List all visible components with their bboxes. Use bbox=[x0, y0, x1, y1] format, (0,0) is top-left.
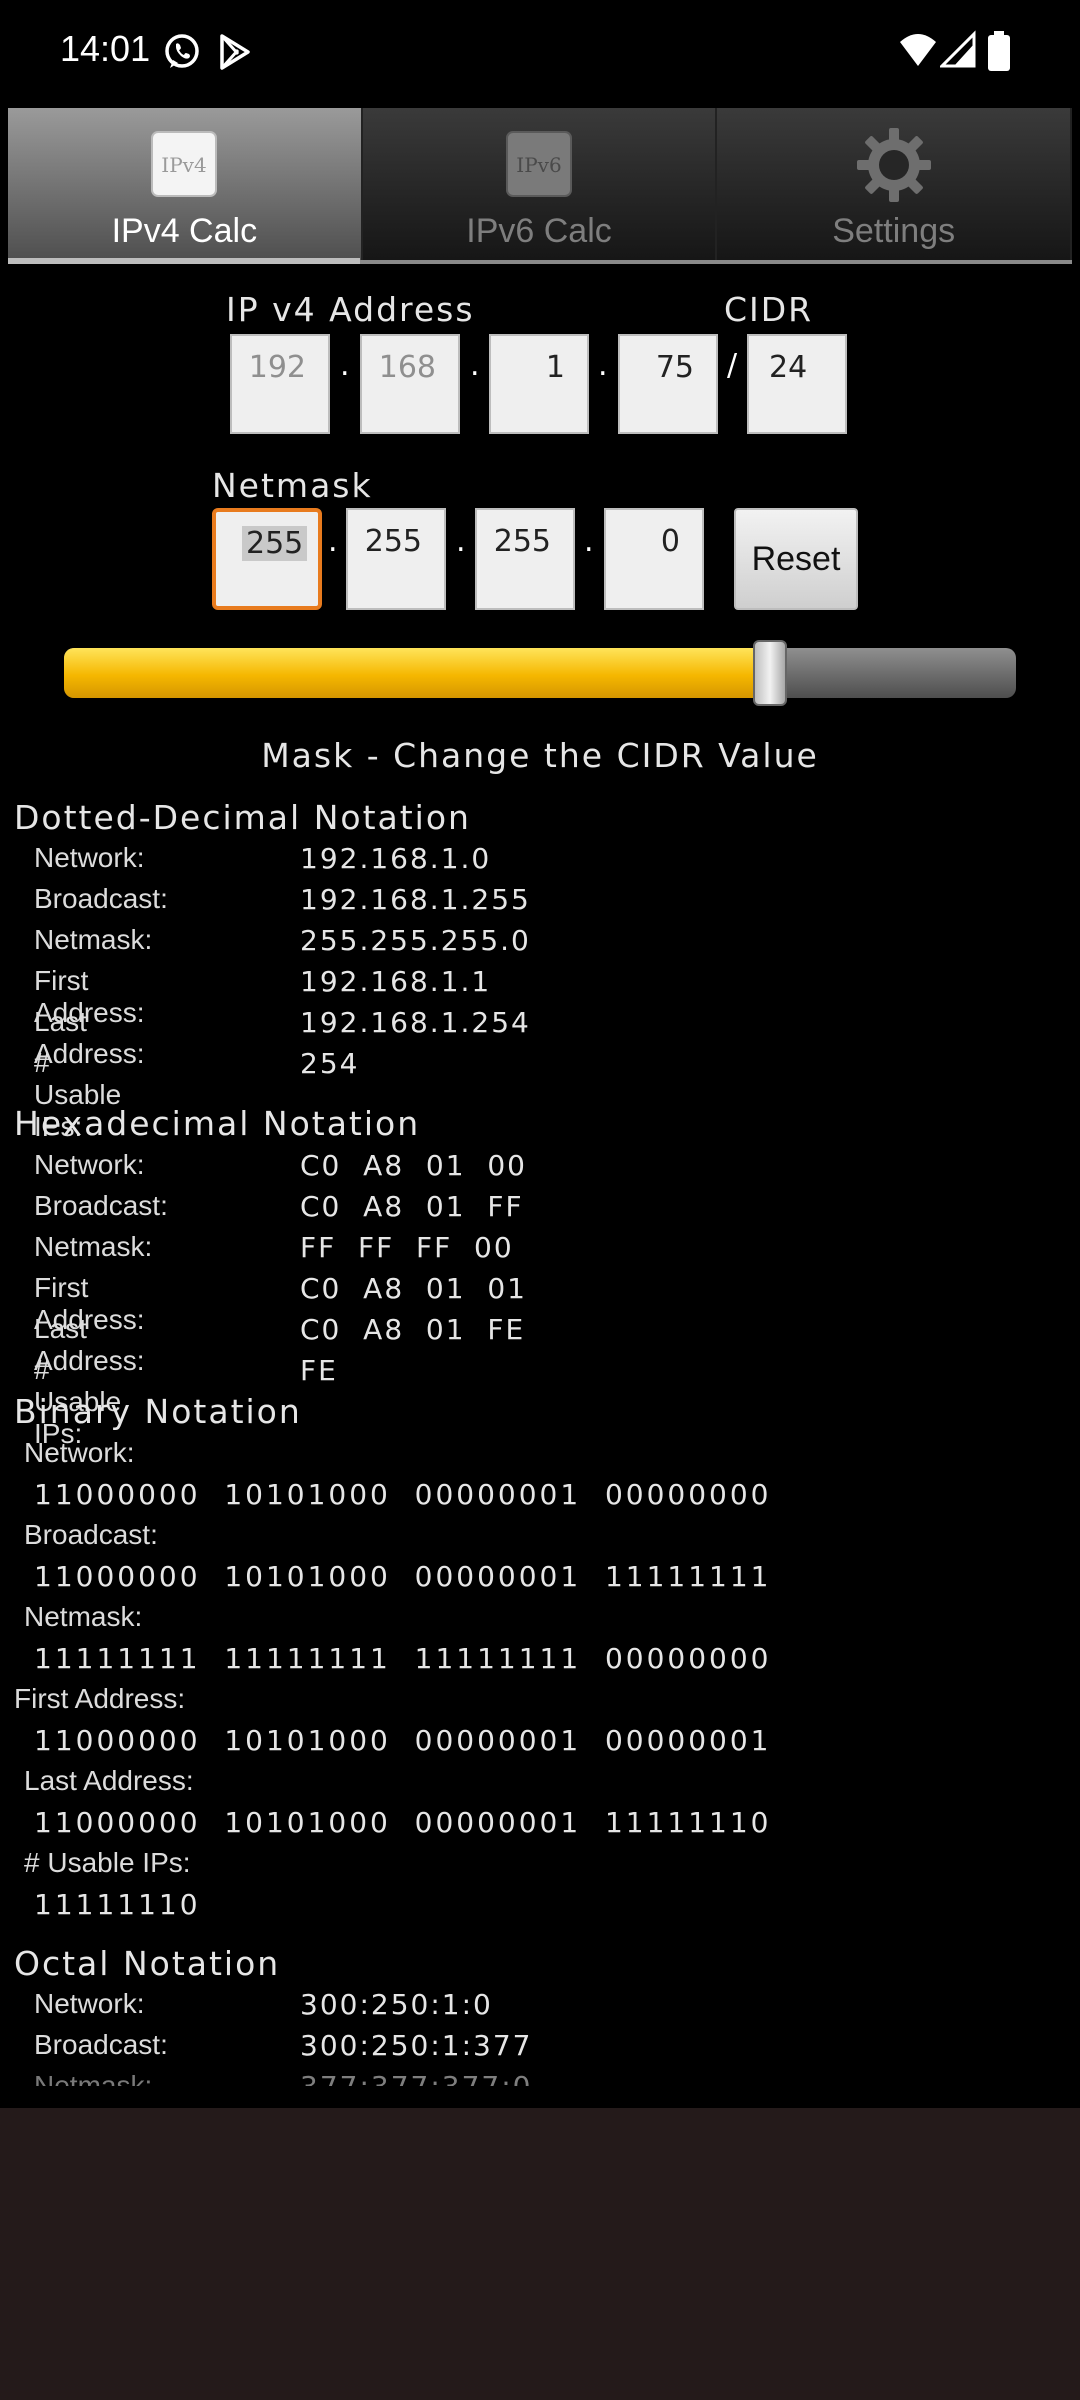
whatsapp-icon bbox=[165, 34, 199, 68]
binary-label: Broadcast: bbox=[24, 1519, 158, 1550]
tab-settings[interactable]: Settings bbox=[717, 108, 1073, 264]
ip-octet-1-field[interactable]: 192 bbox=[230, 334, 330, 434]
ip-octet-3-field[interactable]: 1 bbox=[489, 334, 589, 434]
netmask-octet-4-field[interactable]: 0 bbox=[604, 508, 704, 610]
binary-label: First Address: bbox=[14, 1683, 186, 1714]
tab-label: IPv6 Calc bbox=[466, 212, 612, 250]
binary-label: Netmask: bbox=[24, 1601, 143, 1632]
binary-value: 11000000 10101000 00000001 00000000 bbox=[34, 1478, 772, 1511]
tab-indicator bbox=[8, 258, 360, 264]
tab-ipv4-calc[interactable]: IPv4 IPv4 Calc bbox=[8, 108, 363, 264]
bottom-area bbox=[0, 2108, 1080, 2400]
binary-value: 11000000 10101000 00000001 11111111 bbox=[34, 1560, 772, 1593]
status-bar: 14:01 bbox=[0, 0, 1080, 104]
ip-address-label: IP v4 Address bbox=[226, 290, 475, 329]
binary-label: Network: bbox=[24, 1437, 135, 1468]
slider-thumb[interactable] bbox=[752, 640, 787, 706]
cidr-slider[interactable] bbox=[64, 648, 1016, 698]
wifi-icon bbox=[900, 34, 936, 66]
netmask-octet-2-field[interactable]: 255 bbox=[346, 508, 446, 610]
binary-title: Binary Notation bbox=[14, 1392, 302, 1431]
slash-separator: / bbox=[727, 348, 738, 383]
binary-value: 11000000 10101000 00000001 00000001 bbox=[34, 1724, 772, 1757]
dot-separator: . bbox=[456, 524, 466, 559]
ipv4-icon: IPv4 bbox=[151, 131, 218, 197]
cidr-label: CIDR bbox=[724, 290, 814, 329]
tab-bar: IPv4 IPv4 Calc IPv6 IPv6 Calc Settings bbox=[8, 108, 1073, 264]
netmask-octet-1-field[interactable]: 255 bbox=[212, 508, 322, 610]
dotted-decimal-title: Dotted-Decimal Notation bbox=[14, 798, 471, 837]
binary-value: 11111110 bbox=[34, 1888, 201, 1921]
svg-text:IPv4: IPv4 bbox=[162, 153, 207, 177]
slider-caption: Mask - Change the CIDR Value bbox=[261, 736, 819, 775]
octal-title: Octal Notation bbox=[14, 1944, 281, 1983]
play-store-icon bbox=[220, 34, 250, 70]
ip-octet-4-field[interactable]: 75 bbox=[618, 334, 718, 434]
slider-fill bbox=[64, 648, 770, 698]
tab-label: Settings bbox=[832, 212, 956, 250]
dot-separator: . bbox=[328, 524, 338, 559]
dot-separator: . bbox=[584, 524, 594, 559]
ip-octet-2-field[interactable]: 168 bbox=[360, 334, 460, 434]
tab-label: IPv4 Calc bbox=[111, 212, 258, 250]
dot-separator: . bbox=[598, 348, 608, 383]
gear-icon bbox=[856, 128, 931, 202]
tab-ipv6-calc[interactable]: IPv6 IPv6 Calc bbox=[362, 108, 718, 264]
battery-icon bbox=[988, 31, 1010, 71]
binary-value: 11000000 10101000 00000001 11111110 bbox=[34, 1806, 772, 1839]
binary-label: # Usable IPs: bbox=[24, 1847, 191, 1878]
ipv6-icon: IPv6 bbox=[506, 131, 572, 197]
binary-value: 11111111 11111111 11111111 00000000 bbox=[34, 1642, 772, 1675]
dot-separator: . bbox=[470, 348, 480, 383]
svg-text:IPv6: IPv6 bbox=[516, 153, 561, 177]
hexadecimal-title: Hexadecimal Notation bbox=[14, 1104, 421, 1143]
netmask-label: Netmask bbox=[212, 466, 373, 505]
netmask-octet-3-field[interactable]: 255 bbox=[475, 508, 575, 610]
cidr-field[interactable]: 24 bbox=[747, 334, 847, 434]
dot-separator: . bbox=[340, 348, 350, 383]
binary-label: Last Address: bbox=[24, 1765, 194, 1796]
status-time: 14:01 bbox=[60, 28, 151, 69]
scroll-clip bbox=[0, 2086, 1080, 2108]
reset-button[interactable]: Reset bbox=[734, 508, 858, 610]
signal-icon bbox=[940, 30, 976, 68]
